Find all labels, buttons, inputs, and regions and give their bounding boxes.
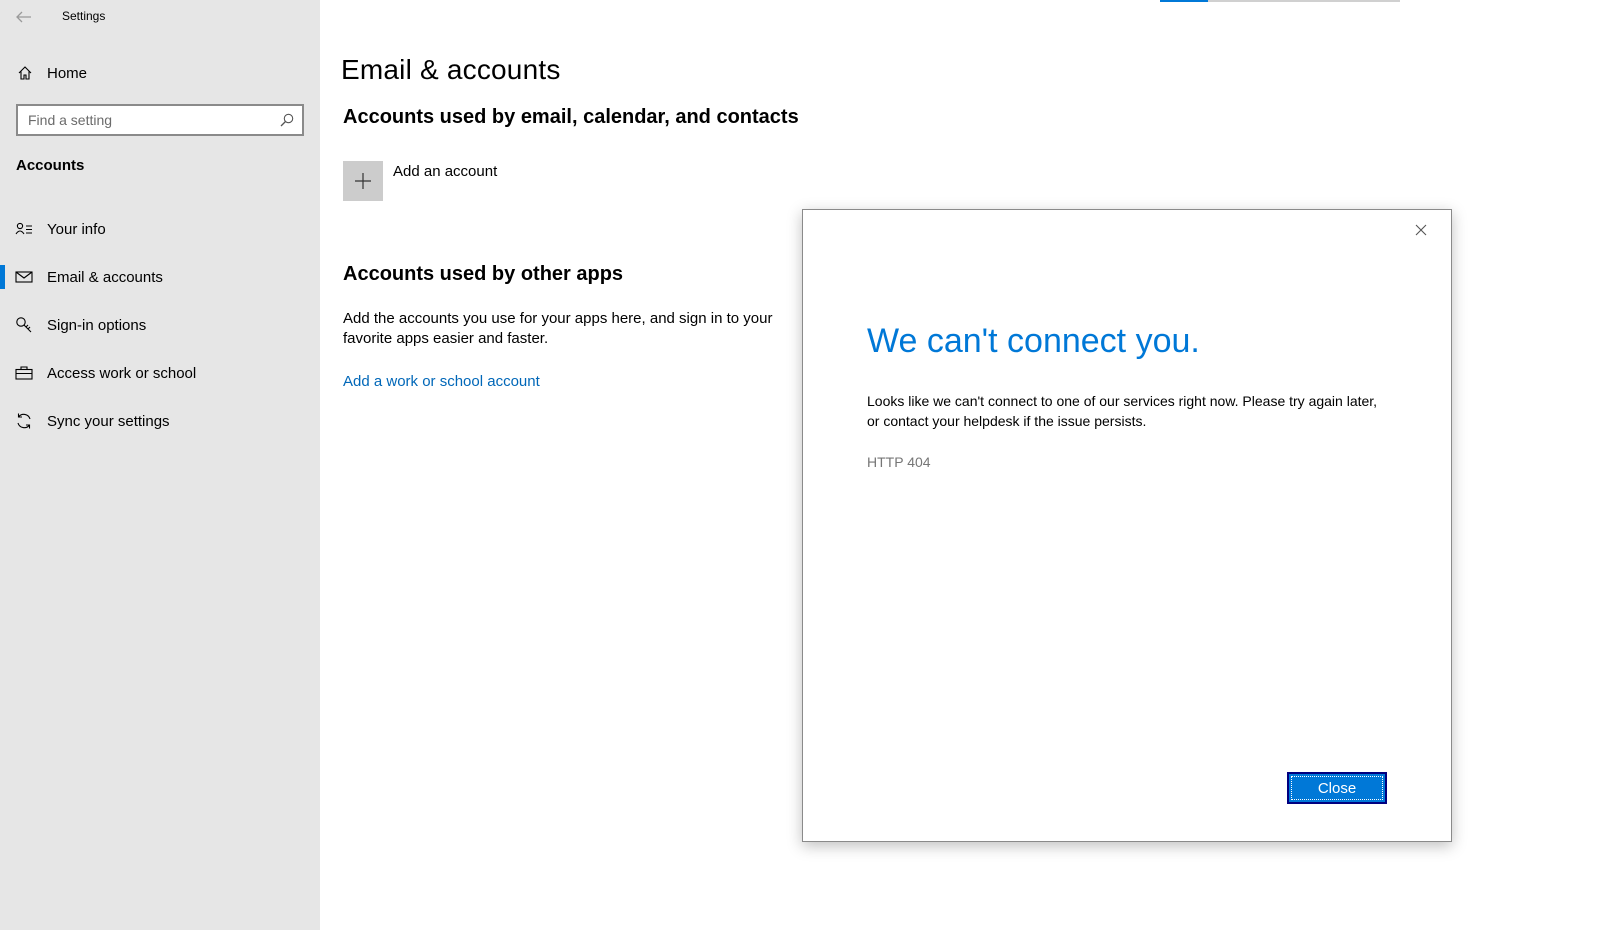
error-code: HTTP 404 <box>867 454 931 470</box>
sidebar-item-sign-in-options[interactable]: Sign-in options <box>0 301 320 349</box>
search-icon[interactable] <box>280 113 294 127</box>
plus-icon <box>355 173 371 189</box>
add-work-school-account-link[interactable]: Add a work or school account <box>343 373 540 390</box>
other-apps-heading: Accounts used by other apps <box>343 263 624 285</box>
nav-list: Your info Email & accounts Sign-in optio… <box>0 205 320 445</box>
close-button[interactable]: Close <box>1287 772 1387 804</box>
sidebar-item-sync-settings[interactable]: Sync your settings <box>0 397 320 445</box>
sync-icon <box>15 412 33 430</box>
add-account-label: Add an account <box>393 163 498 180</box>
top-progress-stripe <box>1160 0 1400 2</box>
mail-icon <box>15 268 33 286</box>
back-arrow-icon <box>16 11 31 23</box>
briefcase-icon <box>15 364 33 382</box>
title-bar: Settings <box>0 0 320 34</box>
close-icon <box>1415 224 1427 236</box>
search-box <box>16 104 304 136</box>
other-apps-description: Add the accounts you use for your apps h… <box>343 310 773 347</box>
app-title: Settings <box>62 9 106 23</box>
dialog-close-x-button[interactable] <box>1407 218 1435 242</box>
top-progress-accent <box>1160 0 1208 2</box>
home-nav-item[interactable]: Home <box>0 56 320 90</box>
sidebar-item-label: Access work or school <box>47 364 197 382</box>
sidebar-item-email-accounts[interactable]: Email & accounts <box>0 253 320 301</box>
back-button[interactable] <box>8 4 40 30</box>
add-account-button[interactable]: Add an account <box>343 161 497 201</box>
sidebar: Settings Home Accounts Your info <box>0 0 320 930</box>
section-label: Accounts <box>16 157 85 174</box>
sidebar-item-label: Email & accounts <box>47 268 163 286</box>
page-title: Email & accounts <box>341 54 561 85</box>
error-dialog: We can't connect you. Looks like we can'… <box>802 209 1452 842</box>
email-accounts-heading: Accounts used by email, calendar, and co… <box>343 106 799 128</box>
home-label: Home <box>47 64 88 82</box>
home-icon <box>17 65 33 81</box>
sidebar-item-your-info[interactable]: Your info <box>0 205 320 253</box>
person-list-icon <box>15 220 33 238</box>
key-icon <box>15 316 33 334</box>
dialog-message: Looks like we can't connect to one of ou… <box>867 393 1378 429</box>
search-input[interactable] <box>18 112 268 128</box>
add-account-tile <box>343 161 383 201</box>
dialog-title: We can't connect you. <box>867 322 1200 360</box>
sidebar-item-label: Sign-in options <box>47 316 147 334</box>
sidebar-item-label: Your info <box>47 220 106 238</box>
sidebar-item-label: Sync your settings <box>47 412 170 430</box>
sidebar-item-access-work-school[interactable]: Access work or school <box>0 349 320 397</box>
